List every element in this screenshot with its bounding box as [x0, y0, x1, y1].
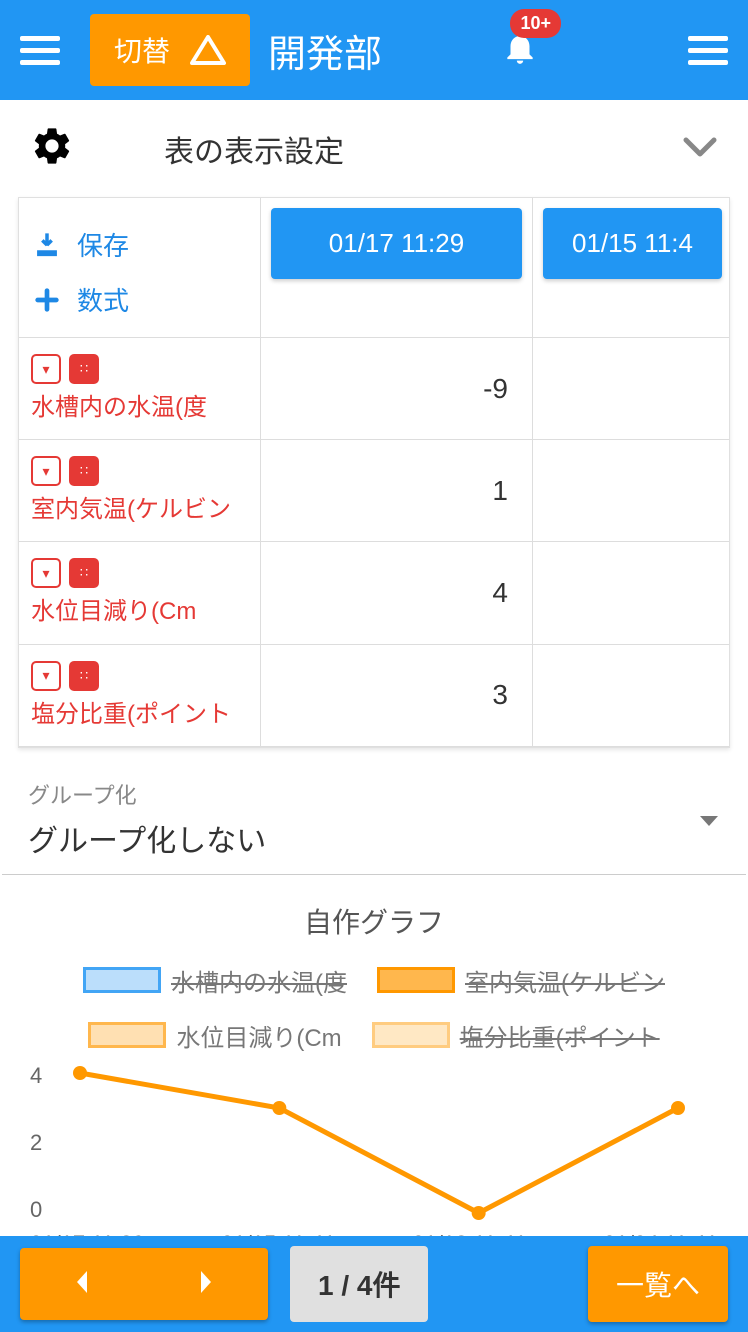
chevron-down-icon [682, 134, 718, 163]
menu-left-button[interactable] [20, 30, 60, 70]
chevron-right-icon [195, 1267, 217, 1297]
chart-y-ticks: 4 2 0 [30, 1063, 70, 1223]
table-row-label: ▾ ∷ 室内気温(ケルビン [19, 440, 261, 542]
table-row-label: ▾ ∷ 水槽内の水温(度 [19, 338, 261, 440]
row-label: 塩分比重(ポイント [31, 699, 231, 730]
page-title: 開発部 [268, 23, 382, 78]
chart-legend: 水槽内の水温(度 室内気温(ケルビン 水位目減り(Cm 塩分比重(ポイント [30, 963, 718, 1053]
notifications-button[interactable]: 10+ [501, 29, 539, 72]
formula-label: 数式 [77, 281, 129, 318]
table-cell[interactable] [533, 440, 730, 542]
table-cell[interactable]: 1 [261, 440, 533, 542]
save-label: 保存 [77, 226, 129, 263]
table-cell[interactable]: 3 [261, 645, 533, 747]
chevron-left-icon [71, 1267, 93, 1297]
table-row-label: ▾ ∷ 塩分比重(ポイント [19, 645, 261, 747]
calc-icon[interactable]: ∷ [69, 661, 99, 691]
next-button[interactable] [195, 1267, 217, 1302]
legend-item[interactable]: 室内気温(ケルビン [377, 963, 665, 998]
time-button-1[interactable]: 01/17 11:29 [271, 208, 522, 279]
chart-plot-area: 4 2 0 [30, 1063, 718, 1223]
time-button-2[interactable]: 01/15 11:4 [543, 208, 722, 279]
pager-nav-buttons [20, 1248, 268, 1320]
app-header: 切替 開発部 10+ [0, 0, 748, 100]
data-table: 保存 数式 01/17 11:29 01/15 11:4 ▾ ∷ 水槽内の水温(… [18, 197, 730, 748]
menu-right-button[interactable] [688, 30, 728, 70]
dropdown-icon[interactable]: ▾ [31, 558, 61, 588]
list-button[interactable]: 一覧へ [588, 1246, 728, 1322]
calc-icon[interactable]: ∷ [69, 558, 99, 588]
legend-item[interactable]: 水位目減り(Cm [88, 1018, 341, 1053]
grouping-dropdown[interactable]: グループ化 グループ化しない [2, 768, 746, 875]
chart-title: 自作グラフ [0, 901, 748, 941]
notification-badge: 10+ [510, 9, 561, 38]
dropdown-icon[interactable]: ▾ [31, 661, 61, 691]
switch-button[interactable]: 切替 [90, 14, 250, 86]
table-cell[interactable]: 4 [261, 542, 533, 644]
row-label: 室内気温(ケルビン [31, 494, 231, 525]
settings-bar[interactable]: 表の表示設定 [0, 100, 748, 197]
switch-label: 切替 [114, 30, 170, 70]
dropdown-icon[interactable]: ▾ [31, 354, 61, 384]
settings-title: 表の表示設定 [164, 127, 682, 171]
time-column-header: 01/17 11:29 [261, 198, 533, 338]
legend-label: 水位目減り(Cm [176, 1018, 341, 1053]
table-row-label: ▾ ∷ 水位目減り(Cm [19, 542, 261, 644]
calc-icon[interactable]: ∷ [69, 456, 99, 486]
calc-icon[interactable]: ∷ [69, 354, 99, 384]
table-cell[interactable] [533, 338, 730, 440]
page-indicator: 1 / 4件 [290, 1246, 428, 1322]
table-actions-cell: 保存 数式 [19, 198, 261, 338]
table-cell[interactable] [533, 645, 730, 747]
group-label: グループ化 [28, 778, 720, 810]
table-cell[interactable] [533, 542, 730, 644]
row-label: 水位目減り(Cm [31, 596, 196, 627]
legend-item[interactable]: 塩分比重(ポイント [372, 1018, 660, 1053]
triangle-up-icon [190, 35, 226, 65]
prev-button[interactable] [71, 1267, 93, 1302]
footer-bar: 1 / 4件 一覧へ [0, 1236, 748, 1332]
formula-button[interactable]: 数式 [33, 281, 129, 318]
legend-label: 室内気温(ケルビン [465, 963, 665, 998]
chart-svg [30, 1063, 718, 1223]
legend-label: 塩分比重(ポイント [460, 1018, 660, 1053]
legend-swatch [83, 967, 161, 993]
plus-icon [33, 286, 61, 314]
legend-swatch [377, 967, 455, 993]
download-icon [33, 231, 61, 259]
legend-item[interactable]: 水槽内の水温(度 [83, 963, 347, 998]
gear-icon [30, 124, 74, 173]
row-label: 水槽内の水温(度 [31, 392, 207, 423]
legend-label: 水槽内の水温(度 [171, 963, 347, 998]
save-button[interactable]: 保存 [33, 226, 129, 263]
group-value: グループ化しない [28, 816, 720, 860]
legend-swatch [88, 1022, 166, 1048]
legend-swatch [372, 1022, 450, 1048]
dropdown-icon[interactable]: ▾ [31, 456, 61, 486]
time-column-header: 01/15 11:4 [533, 198, 730, 338]
dropdown-arrow-icon [698, 814, 720, 833]
table-cell[interactable]: -9 [261, 338, 533, 440]
